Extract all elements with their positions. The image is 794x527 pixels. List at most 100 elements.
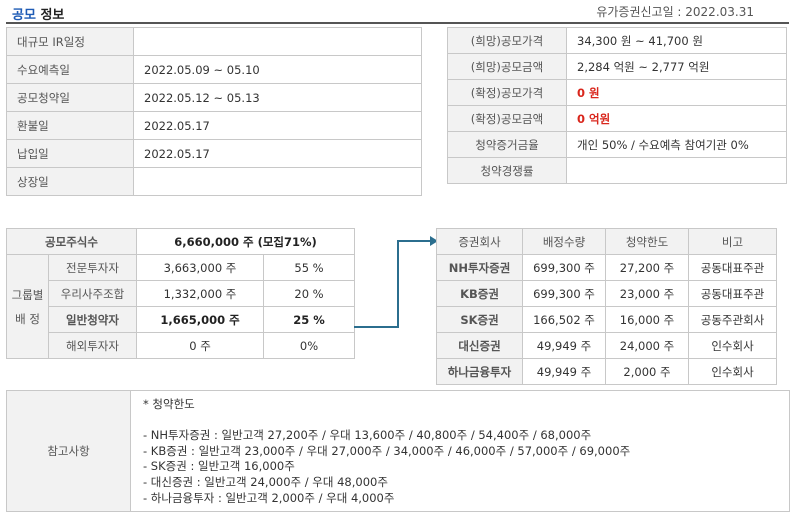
offering-value: 2,284 억원 ~ 2,777 억원 xyxy=(566,53,787,80)
underwriter-name: 대신증권 xyxy=(436,332,523,359)
underwriter-limit: 2,000 주 xyxy=(605,358,689,385)
underwriter-note: 인수회사 xyxy=(688,332,777,359)
schedule-value xyxy=(133,27,422,56)
underwriter-alloc: 49,949 주 xyxy=(522,358,606,385)
schedule-value: 2022.05.09 ~ 05.10 xyxy=(133,55,422,84)
note-line: * 청약한도 xyxy=(143,397,195,411)
allocation-pct: 0% xyxy=(262,332,356,359)
share-allocation-table: 공모주식수 6,660,000 주 (모집71%) 그룹별 배 정 전문투자자 … xyxy=(6,228,356,359)
column-header: 청약한도 xyxy=(605,228,689,255)
allocated-shares: 3,663,000 주 xyxy=(136,254,264,281)
underwriter-row: SK증권 166,502 주 16,000 주 공동주관회사 xyxy=(436,306,777,333)
group-allocation-label: 그룹별 배 정 xyxy=(6,254,49,359)
offering-value: 34,300 원 ~ 41,700 원 xyxy=(566,27,787,54)
group-label-line2: 배 정 xyxy=(15,311,40,326)
allocation-pct: 20 % xyxy=(262,280,356,307)
note-line: - NH투자증권 : 일반고객 27,200주 / 우대 13,600주 / 4… xyxy=(143,428,592,443)
underwriter-limit: 24,000 주 xyxy=(605,332,689,359)
underwriter-alloc: 49,949 주 xyxy=(522,332,606,359)
offering-label: 청약증거금율 xyxy=(447,131,567,158)
offering-value: 0 억원 xyxy=(566,105,787,132)
total-shares-value: 6,660,000 주 (모집71%) xyxy=(135,228,356,255)
schedule-label: 수요예측일 xyxy=(6,55,134,84)
offering-row-competition: 청약경쟁률 xyxy=(447,157,787,184)
group-label-line1: 그룹별 xyxy=(11,287,44,302)
underwriter-note: 공동주관회사 xyxy=(688,306,777,333)
schedule-label: 상장일 xyxy=(6,167,134,196)
total-shares-row: 공모주식수 6,660,000 주 (모집71%) xyxy=(6,228,356,255)
investor-type: 우리사주조합 xyxy=(48,280,137,307)
offering-label: (확정)공모가격 xyxy=(447,79,567,106)
schedule-row-subscription: 공모청약일 2022.05.12 ~ 05.13 xyxy=(6,83,422,112)
allocated-shares: 1,332,000 주 xyxy=(136,280,264,307)
underwriter-name: 하나금융투자 xyxy=(436,358,523,385)
investor-type: 해외투자자 xyxy=(48,332,137,359)
underwriter-limit: 27,200 주 xyxy=(605,254,689,281)
note-line: - SK증권 : 일반고객 16,000주 xyxy=(143,459,295,474)
offering-value: 0 원 xyxy=(566,79,787,106)
column-header: 비고 xyxy=(688,228,777,255)
offering-row-final-price: (확정)공모가격 0 원 xyxy=(447,79,787,106)
schedule-label: 공모청약일 xyxy=(6,83,134,112)
underwriter-header-row: 증권회사 배정수량 청약한도 비고 xyxy=(436,228,777,255)
investor-type: 일반청약자 xyxy=(48,306,137,333)
note-line: - 하나금융투자 : 일반고객 2,000주 / 우대 4,000주 xyxy=(143,490,395,505)
schedule-label: 납입일 xyxy=(6,139,134,168)
note-line: - 대신증권 : 일반고객 24,000주 / 우대 48,000주 xyxy=(143,474,388,489)
underwriter-name: KB증권 xyxy=(436,280,523,307)
allocation-pct: 25 % xyxy=(262,306,356,333)
allocation-row-retail: 일반청약자 1,665,000 주 25 % xyxy=(7,306,356,333)
notes-content: * 청약한도 - NH투자증권 : 일반고객 27,200주 / 우대 13,6… xyxy=(130,390,790,512)
note-line xyxy=(143,413,789,429)
underwriter-note: 공동대표주관 xyxy=(688,254,777,281)
offering-value: 개인 50% / 수요예측 참여기관 0% xyxy=(566,131,787,158)
underwriter-row: 하나금융투자 49,949 주 2,000 주 인수회사 xyxy=(436,358,777,385)
underwriter-row: 대신증권 49,949 주 24,000 주 인수회사 xyxy=(436,332,777,359)
offering-label: (희망)공모가격 xyxy=(447,27,567,54)
notes-label: 참고사항 xyxy=(6,390,131,512)
schedule-row-payment: 납입일 2022.05.17 xyxy=(6,139,422,168)
underwriter-note: 공동대표주관 xyxy=(688,280,777,307)
column-header: 배정수량 xyxy=(522,228,606,255)
offering-row-hope-price: (희망)공모가격 34,300 원 ~ 41,700 원 xyxy=(447,27,787,54)
section-title-part2: 정보 xyxy=(40,8,65,23)
underwriter-name: NH투자증권 xyxy=(436,254,523,281)
underwriter-alloc: 699,300 주 xyxy=(522,254,606,281)
section-title: 공모 정보 xyxy=(12,4,64,23)
column-header: 증권회사 xyxy=(436,228,523,255)
notes-table: 참고사항 * 청약한도 - NH투자증권 : 일반고객 27,200주 / 우대… xyxy=(6,390,790,512)
offering-label: (희망)공모금액 xyxy=(447,53,567,80)
schedule-label: 환불일 xyxy=(6,111,134,140)
schedule-label: 대규모 IR일정 xyxy=(6,27,134,56)
schedule-table: 대규모 IR일정 수요예측일 2022.05.09 ~ 05.10 공모청약일 … xyxy=(6,27,422,196)
underwriter-limit: 23,000 주 xyxy=(605,280,689,307)
underwriter-alloc: 699,300 주 xyxy=(522,280,606,307)
underwriter-table: 증권회사 배정수량 청약한도 비고 NH투자증권 699,300 주 27,20… xyxy=(436,228,777,385)
allocated-shares: 1,665,000 주 xyxy=(136,306,264,333)
schedule-value: 2022.05.17 xyxy=(133,111,422,140)
connector-arrow-icon xyxy=(354,236,438,328)
section-title-part1: 공모 xyxy=(12,8,36,23)
schedule-row-listing: 상장일 xyxy=(6,167,422,196)
offering-row-hope-amount: (희망)공모금액 2,284 억원 ~ 2,777 억원 xyxy=(447,53,787,80)
underwriter-row: NH투자증권 699,300 주 27,200 주 공동대표주관 xyxy=(436,254,777,281)
schedule-value: 2022.05.17 xyxy=(133,139,422,168)
allocation-row: 해외투자자 0 주 0% xyxy=(7,332,356,359)
offering-row-final-amount: (확정)공모금액 0 억원 xyxy=(447,105,787,132)
allocation-row: 그룹별 배 정 전문투자자 3,663,000 주 55 % xyxy=(6,254,356,359)
schedule-row-ir: 대규모 IR일정 xyxy=(6,27,422,56)
total-shares-label: 공모주식수 xyxy=(6,228,137,255)
allocation-pct: 55 % xyxy=(262,254,356,281)
underwriter-limit: 16,000 주 xyxy=(605,306,689,333)
schedule-value: 2022.05.12 ~ 05.13 xyxy=(133,83,422,112)
allocation-row: 우리사주조합 1,332,000 주 20 % xyxy=(7,280,356,307)
schedule-row-refund: 환불일 2022.05.17 xyxy=(6,111,422,140)
schedule-row-demand-forecast: 수요예측일 2022.05.09 ~ 05.10 xyxy=(6,55,422,84)
offering-label: 청약경쟁률 xyxy=(447,157,567,184)
underwriter-alloc: 166,502 주 xyxy=(522,306,606,333)
investor-type: 전문투자자 xyxy=(48,254,137,281)
underwriter-note: 인수회사 xyxy=(688,358,777,385)
notes-row: 참고사항 * 청약한도 - NH투자증권 : 일반고객 27,200주 / 우대… xyxy=(6,390,790,512)
underwriter-row: KB증권 699,300 주 23,000 주 공동대표주관 xyxy=(436,280,777,307)
offering-table: (희망)공모가격 34,300 원 ~ 41,700 원 (희망)공모금액 2,… xyxy=(447,27,787,184)
